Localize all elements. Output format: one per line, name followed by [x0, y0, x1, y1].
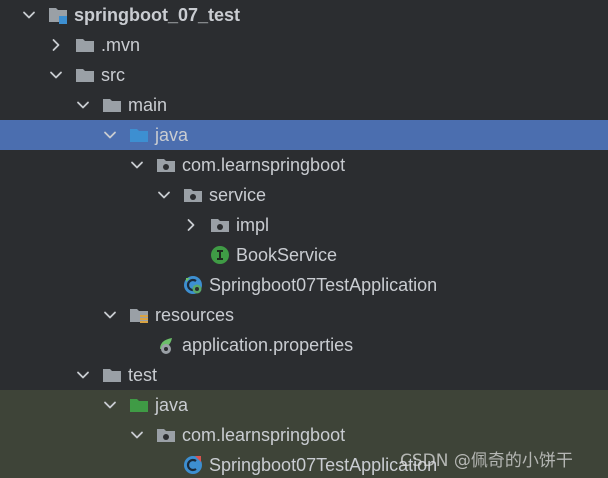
tree-row[interactable]: java — [0, 120, 608, 150]
tree-item-label: src — [101, 65, 125, 85]
tree-item-label: Springboot07TestApplication — [209, 275, 438, 295]
chevron-down-icon[interactable] — [103, 308, 117, 322]
chevron-down-icon[interactable] — [130, 158, 144, 172]
tree-row[interactable]: .mvn — [0, 30, 608, 60]
tree-item-label: .mvn — [101, 35, 141, 55]
package-icon — [156, 425, 176, 445]
spring-properties-icon — [156, 335, 176, 355]
resources-folder-icon — [129, 305, 149, 325]
chevron-down-icon[interactable] — [157, 188, 171, 202]
folder-icon — [102, 365, 122, 385]
package-icon — [210, 215, 230, 235]
tree-item-label: springboot_07_test — [74, 5, 241, 25]
chevron-down-icon[interactable] — [49, 68, 63, 82]
chevron-down-icon[interactable] — [103, 128, 117, 142]
tree-row[interactable]: BookService — [0, 240, 608, 270]
chevron-down-icon[interactable] — [130, 428, 144, 442]
tree-row[interactable]: test — [0, 360, 608, 390]
tree-item-label: java — [155, 395, 189, 415]
tree-item-label: BookService — [236, 245, 338, 265]
tree-item-label: test — [128, 365, 158, 385]
tree-row[interactable]: main — [0, 90, 608, 120]
source-root-folder-icon — [129, 125, 149, 145]
chevron-down-icon[interactable] — [22, 8, 36, 22]
tree-row[interactable]: java — [0, 390, 608, 420]
package-icon — [183, 185, 203, 205]
interface-icon — [210, 245, 230, 265]
folder-icon — [102, 95, 122, 115]
chevron-right-icon[interactable] — [184, 218, 198, 232]
tree-item-label: main — [128, 95, 168, 115]
tree-row[interactable]: com.learnspringboot — [0, 150, 608, 180]
tree-row[interactable]: impl — [0, 210, 608, 240]
tree-item-label: service — [209, 185, 267, 205]
tree-row[interactable]: Springboot07TestApplication — [0, 270, 608, 300]
chevron-down-icon[interactable] — [103, 398, 117, 412]
package-icon — [156, 155, 176, 175]
chevron-right-icon[interactable] — [49, 38, 63, 52]
spring-boot-class-icon — [183, 275, 203, 295]
tree-row[interactable]: resources — [0, 300, 608, 330]
folder-icon — [75, 65, 95, 85]
tree-item-label: java — [155, 125, 189, 145]
project-tree: springboot_07_test .mvn src main java com.lea… — [0, 0, 608, 478]
tree-item-label: com.learnspringboot — [182, 425, 346, 445]
project-folder-icon — [48, 5, 68, 25]
tree-row[interactable]: springboot_07_test — [0, 0, 608, 30]
chevron-down-icon[interactable] — [76, 98, 90, 112]
test-source-folder-icon — [129, 395, 149, 415]
tree-row[interactable]: application.properties — [0, 330, 608, 360]
tree-item-label: resources — [155, 305, 235, 325]
tree-row[interactable]: src — [0, 60, 608, 90]
tree-item-label: impl — [236, 215, 270, 235]
folder-icon — [75, 35, 95, 55]
tree-item-label: application.properties — [182, 335, 354, 355]
watermark: CSDN @佩奇的小饼干 — [400, 451, 573, 471]
tree-row[interactable]: service — [0, 180, 608, 210]
tree-item-label: com.learnspringboot — [182, 155, 346, 175]
chevron-down-icon[interactable] — [76, 368, 90, 382]
test-class-icon — [183, 455, 203, 475]
